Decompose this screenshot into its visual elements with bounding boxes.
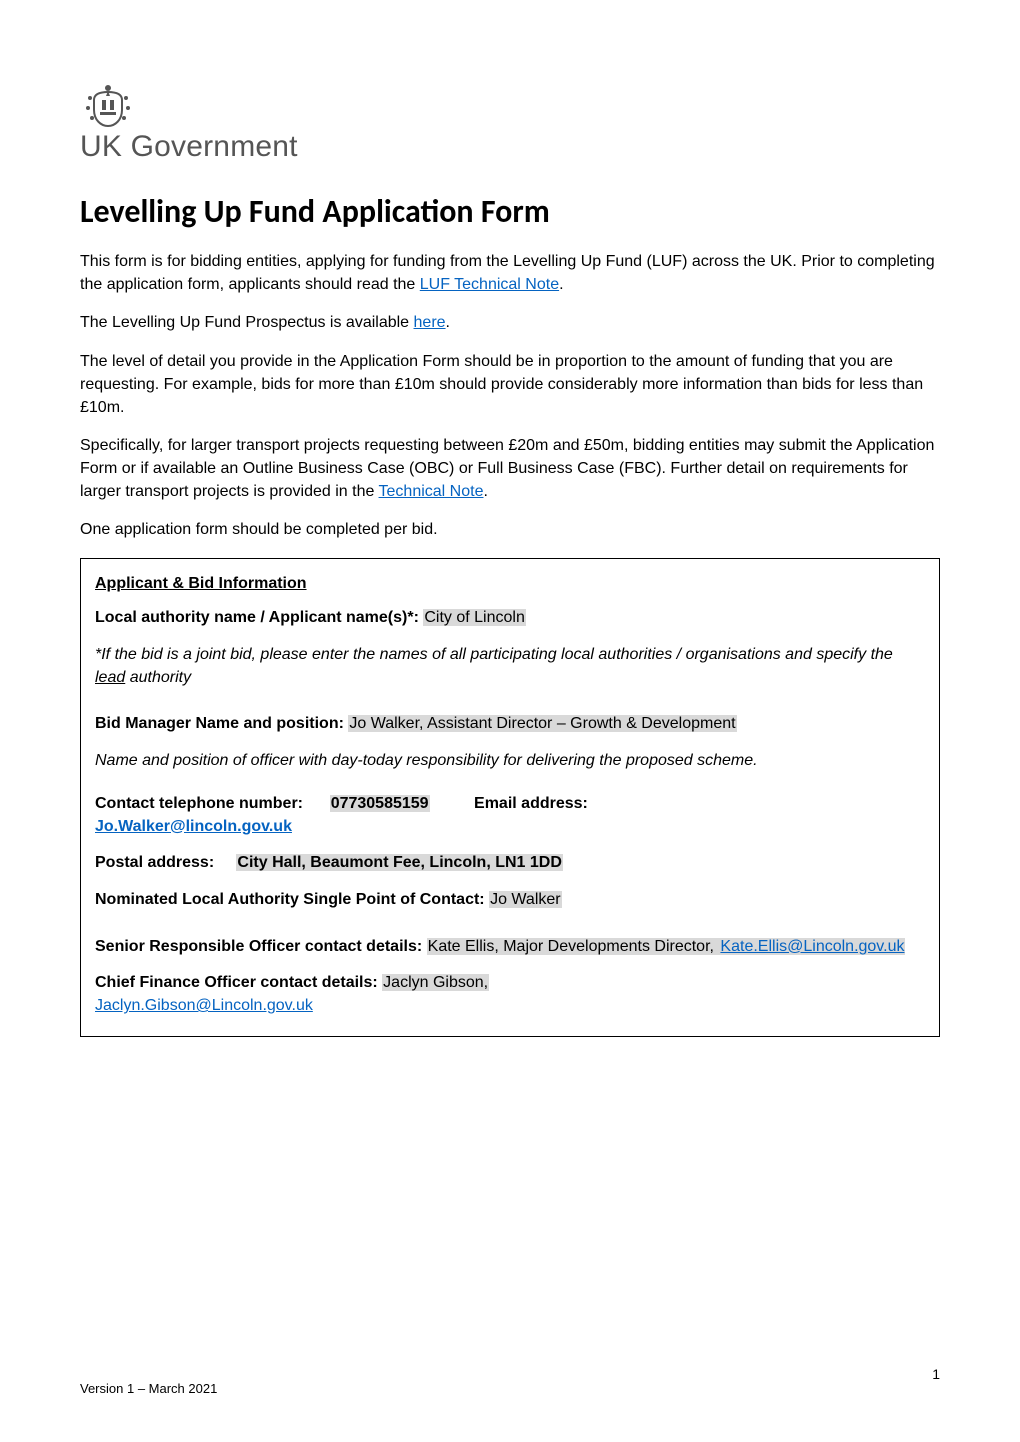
joint-bid-note-post: authority [125, 669, 191, 686]
footer-version: Version 1 – March 2021 [80, 1381, 217, 1396]
postal-value: City Hall, Beaumont Fee, Lincoln, LN1 1D… [236, 854, 563, 871]
intro-paragraph-4: Specifically, for larger transport proje… [80, 435, 940, 503]
bid-manager-value: Jo Walker, Assistant Director – Growth &… [348, 715, 736, 732]
cfo-row: Chief Finance Officer contact details: J… [95, 972, 925, 1017]
intro-p4-pre: Specifically, for larger transport proje… [80, 437, 934, 499]
intro-paragraph-2: The Levelling Up Fund Prospectus is avai… [80, 312, 940, 335]
intro-p2-post: . [446, 314, 450, 331]
technical-note-link[interactable]: Technical Note [379, 483, 484, 500]
contact-tel-label: Contact telephone number: [95, 795, 303, 812]
bid-manager-note: Name and position of officer with day-to… [95, 750, 925, 773]
page-number: 1 [932, 1366, 940, 1382]
local-authority-label: Local authority name / Applicant name(s)… [95, 609, 423, 626]
local-authority-value: City of Lincoln [423, 609, 526, 626]
logo-block: UK Government [80, 80, 940, 164]
cfo-label: Chief Finance Officer contact details: [95, 974, 382, 991]
prospectus-here-link[interactable]: here [414, 314, 446, 331]
sro-email-link[interactable]: Kate.Ellis@Lincoln.gov.uk [719, 938, 905, 955]
brand-text: UK Government [80, 130, 298, 163]
applicant-info-box: Applicant & Bid Information Local author… [80, 558, 940, 1037]
intro-p4-post: . [483, 483, 487, 500]
sro-label: Senior Responsible Officer contact detai… [95, 938, 427, 955]
intro-p2-pre: The Levelling Up Fund Prospectus is avai… [80, 314, 414, 331]
email-value-link[interactable]: Jo.Walker@lincoln.gov.uk [95, 818, 292, 835]
joint-bid-note: *If the bid is a joint bid, please enter… [95, 644, 925, 689]
contact-row: Contact telephone number: 07730585159 Em… [95, 793, 925, 838]
email-label: Email address: [474, 795, 588, 812]
spoc-row: Nominated Local Authority Single Point o… [95, 889, 925, 912]
intro-paragraph-3: The level of detail you provide in the A… [80, 351, 940, 419]
cfo-value-text: Jaclyn Gibson, [382, 974, 489, 991]
sro-row: Senior Responsible Officer contact detai… [95, 936, 925, 959]
local-authority-row: Local authority name / Applicant name(s)… [95, 607, 925, 630]
applicant-info-heading: Applicant & Bid Information [95, 575, 925, 593]
document-page: UK Government Levelling Up Fund Applicat… [0, 0, 1020, 1442]
joint-bid-note-underline: lead [95, 669, 125, 686]
bid-manager-row: Bid Manager Name and position: Jo Walker… [95, 713, 925, 736]
uk-royal-crest-icon [80, 80, 136, 128]
sro-value-text: Kate Ellis, Major Developments Director, [427, 938, 720, 955]
joint-bid-note-pre: *If the bid is a joint bid, please enter… [95, 646, 893, 663]
postal-row: Postal address: City Hall, Beaumont Fee,… [95, 852, 925, 875]
postal-label: Postal address: [95, 854, 214, 871]
cfo-email-link[interactable]: Jaclyn.Gibson@Lincoln.gov.uk [95, 997, 313, 1014]
contact-tel-value: 07730585159 [330, 795, 430, 812]
intro-p1-post: . [559, 276, 563, 293]
spoc-value: Jo Walker [489, 891, 562, 908]
intro-paragraph-1: This form is for bidding entities, apply… [80, 251, 940, 296]
bid-manager-label: Bid Manager Name and position: [95, 715, 348, 732]
page-title: Levelling Up Fund Application Form [80, 192, 940, 231]
luf-technical-note-link[interactable]: LUF Technical Note [420, 276, 559, 293]
intro-paragraph-5: One application form should be completed… [80, 519, 940, 542]
spoc-label: Nominated Local Authority Single Point o… [95, 891, 489, 908]
